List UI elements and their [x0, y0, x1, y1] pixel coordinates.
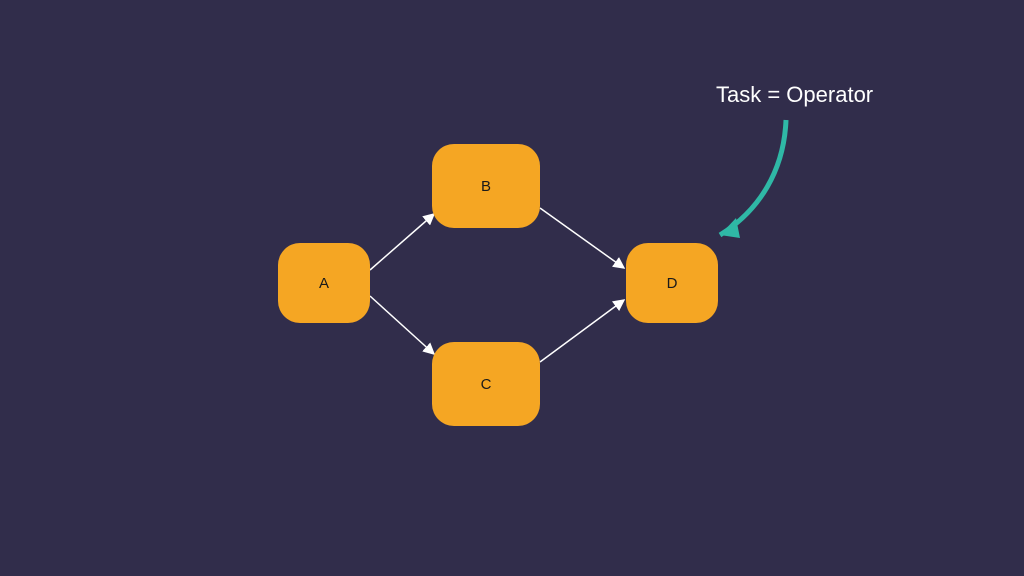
node-c: C [432, 342, 540, 426]
annotation-label: Task = Operator [716, 82, 873, 108]
edge-a-b [370, 214, 434, 270]
annotation-arrow [720, 120, 786, 235]
node-a: A [278, 243, 370, 323]
node-a-label: A [319, 275, 329, 292]
diagram-canvas: A B C D Task = Operator [0, 0, 1024, 576]
edge-b-d [540, 208, 624, 268]
annotation-arrowhead-icon [720, 218, 740, 238]
node-d: D [626, 243, 718, 323]
node-b-label: B [481, 178, 491, 195]
node-d-label: D [667, 275, 678, 292]
edge-a-c [370, 296, 434, 354]
edge-c-d [540, 300, 624, 362]
node-b: B [432, 144, 540, 228]
node-c-label: C [481, 376, 492, 393]
